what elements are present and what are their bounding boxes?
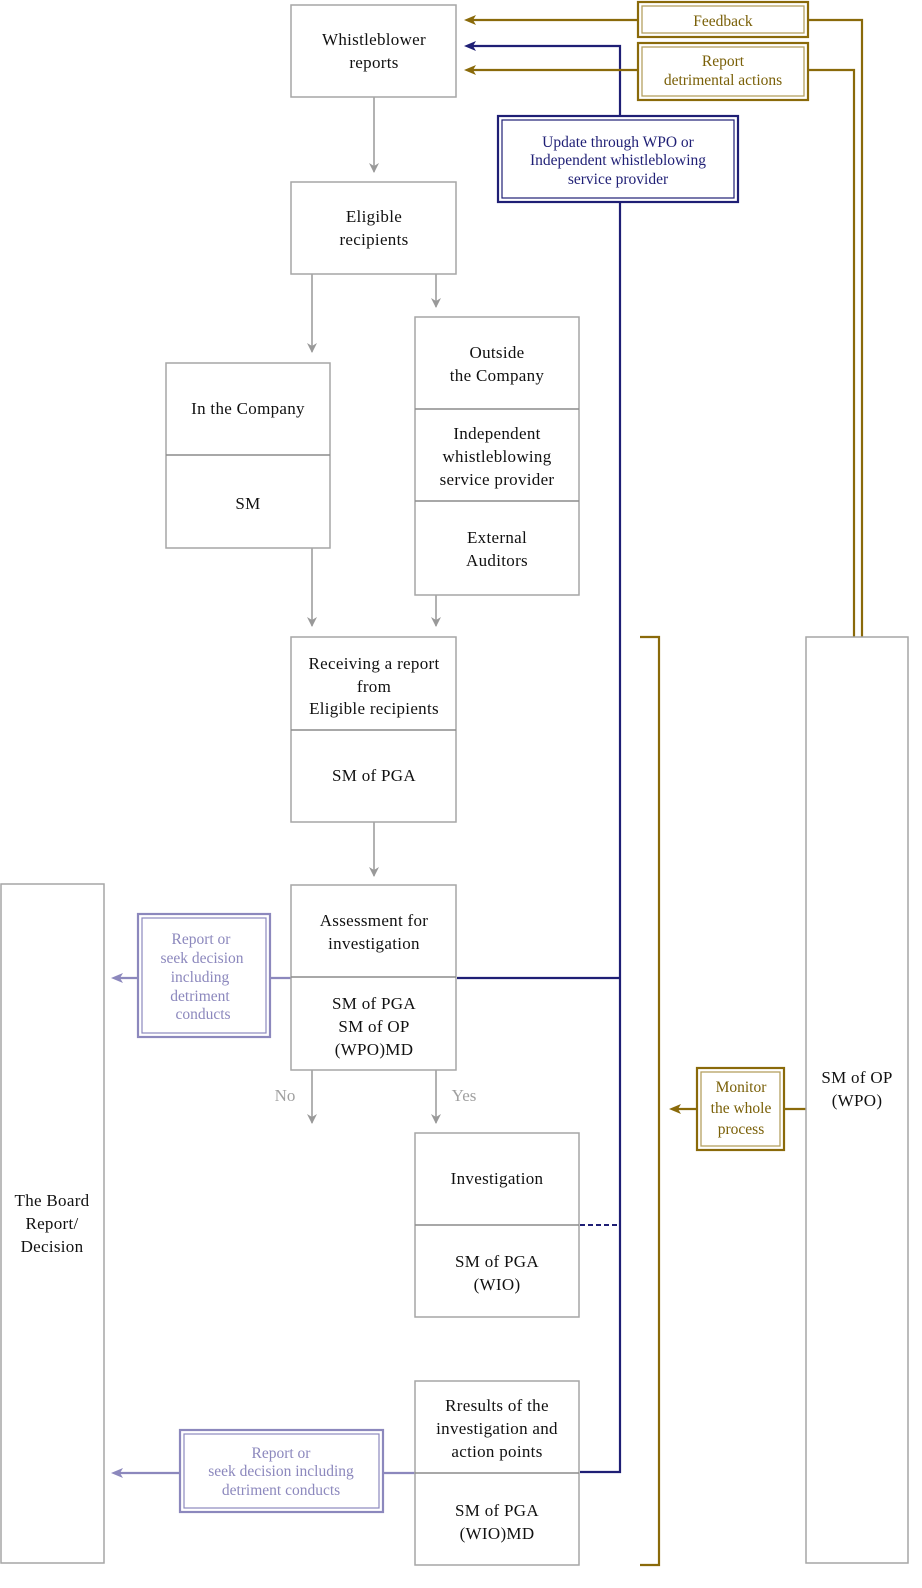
node-text: Rresults of the (445, 1396, 549, 1415)
node-text: SM of PGA (332, 994, 416, 1013)
node-text: (WPO) (832, 1091, 883, 1110)
label-text: Independent whistleblowing (530, 152, 706, 169)
node-text: Auditors (466, 551, 528, 570)
node-the-board[interactable]: The Board Report/ Decision (0, 883, 105, 1564)
node-text: the Company (450, 366, 545, 385)
label-text: Report (702, 53, 745, 70)
node-text: Report/ (25, 1214, 78, 1233)
svg-text:Whistleblower: Whistleblower (322, 30, 426, 49)
node-text: (WPO)MD (335, 1040, 414, 1059)
label-text: including (171, 969, 230, 986)
node-text: Assessment for (320, 911, 429, 930)
node-text: whistleblowing (442, 447, 551, 466)
feedback-connectors (464, 15, 864, 1567)
node-investigation[interactable]: Investigation SM of PGA (WIO) (414, 1132, 580, 1318)
label-text: detrimental actions (664, 72, 782, 89)
node-text: SM of PGA (455, 1501, 539, 1520)
node-text: investigation and (436, 1419, 558, 1438)
navy-vertical-line (580, 202, 622, 1474)
whistleblowing-process-diagram: Whistleblower reports Eligible recipient… (0, 0, 909, 1567)
node-text: In the Company (191, 399, 305, 418)
label-update-through-wpo: Update through WPO or Independent whistl… (496, 114, 740, 204)
node-receiving-report[interactable]: Receiving a report from Eligible recipie… (290, 636, 457, 823)
node-text: External (467, 528, 527, 547)
node-whistleblower-reports[interactable]: Whistleblower reports (290, 4, 457, 98)
node-text: Decision (21, 1237, 84, 1256)
node-text: Receiving a report (309, 654, 440, 673)
label-report-seek-decision-1: Report or seek decision including detrim… (136, 912, 272, 1039)
gold-line-detrimental-from-wpo (808, 68, 856, 637)
svg-text:reports: reports (349, 53, 398, 72)
label-report-detrimental-actions: Report detrimental actions (636, 41, 810, 102)
node-text: Independent (453, 424, 540, 443)
monitor-bracket (640, 635, 661, 1567)
node-text: action points (451, 1442, 542, 1461)
label-text: Report or (252, 1445, 312, 1462)
label-text: Update through WPO or (542, 134, 695, 151)
label-report-seek-decision-2: Report or seek decision including detrim… (178, 1428, 385, 1514)
label-text: Feedback (693, 13, 753, 30)
node-text: SM of PGA (332, 766, 416, 785)
label-text: Monitor (716, 1079, 768, 1096)
node-assessment[interactable]: Assessment for investigation SM of PGA S… (290, 884, 457, 1071)
node-text: SM (235, 494, 260, 513)
node-text: Whistleblower (322, 30, 426, 49)
node-text: SM of PGA (455, 1252, 539, 1271)
node-text: Eligible recipients (309, 699, 439, 718)
node-text: Outside (470, 343, 525, 362)
node-sm-of-op-wpo[interactable]: SM of OP (WPO) (805, 636, 909, 1564)
node-text: Eligible (346, 207, 402, 226)
node-results[interactable]: Rresults of the investigation and action… (414, 1380, 580, 1566)
node-text: reports (349, 53, 398, 72)
node-text: recipients (339, 230, 408, 249)
node-outside-the-company[interactable]: Outside the Company Independent whistleb… (414, 316, 580, 596)
label-text: Report or (172, 931, 232, 948)
label-text: detriment conducts (222, 1482, 340, 1499)
node-text: investigation (328, 934, 420, 953)
node-text: (WIO) (474, 1275, 521, 1294)
label-no: No (275, 1086, 296, 1105)
node-text: (WIO)MD (460, 1524, 535, 1543)
node-eligible-recipients[interactable]: Eligible recipients (290, 181, 457, 275)
label-text: conducts (175, 1006, 230, 1023)
label-text: seek decision including (208, 1463, 354, 1480)
label-monitor-whole-process: Monitor the whole process (695, 1066, 786, 1152)
node-text: Investigation (451, 1169, 544, 1188)
node-text: The Board (15, 1191, 90, 1210)
label-feedback: Feedback (636, 0, 810, 39)
node-in-the-company[interactable]: In the Company SM (165, 362, 331, 549)
label-text: detriment (170, 988, 230, 1005)
node-text: SM of OP (338, 1017, 409, 1036)
label-text: the whole (711, 1100, 772, 1117)
node-text: from (357, 677, 391, 696)
node-text: service provider (440, 470, 555, 489)
label-text: process (718, 1121, 765, 1138)
label-text: seek decision (160, 950, 243, 967)
node-text: SM of OP (821, 1068, 892, 1087)
label-text: service provider (568, 171, 669, 188)
navy-line-to-whistleblower (470, 44, 622, 116)
label-yes: Yes (452, 1086, 477, 1105)
